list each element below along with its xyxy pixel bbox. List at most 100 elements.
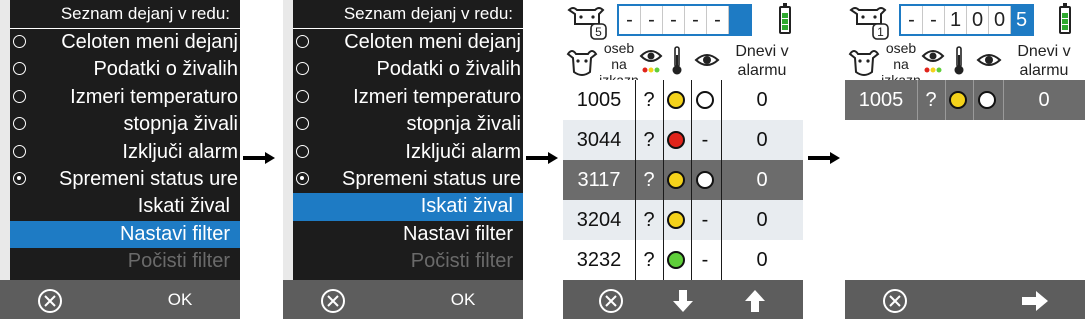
- ok-button[interactable]: OK: [413, 280, 513, 319]
- arrow-up-icon: [745, 289, 765, 312]
- menu-item[interactable]: Celoten meni dejanj: [293, 29, 523, 56]
- digit-cell[interactable]: 0: [989, 6, 1011, 34]
- radio-button[interactable]: [296, 89, 309, 103]
- column-divider: [945, 80, 946, 120]
- menu-item[interactable]: Izključi alarm: [10, 139, 240, 166]
- battery-icon: [1059, 3, 1071, 34]
- thermometer-icon: [672, 46, 682, 75]
- menu-item[interactable]: Nastavi filter: [293, 221, 523, 248]
- observation-empty: -: [701, 209, 709, 231]
- digit-cell[interactable]: -: [685, 6, 707, 34]
- days-in-alarm-value: 0: [756, 129, 768, 151]
- animal-id: 1005: [858, 89, 904, 111]
- animal-id: 3232: [576, 249, 622, 271]
- column-divider: [635, 80, 636, 280]
- menu-item[interactable]: Iskati žival: [293, 193, 523, 221]
- cancel-button[interactable]: [0, 280, 100, 319]
- eye-status-icon: [921, 50, 945, 73]
- digit-cell[interactable]: -: [923, 6, 945, 34]
- radio-button[interactable]: [296, 62, 309, 76]
- menu-item-label: Izključi alarm: [405, 140, 521, 163]
- digit-cell[interactable]: 1: [945, 6, 967, 34]
- digit-cell[interactable]: -: [707, 6, 729, 34]
- menu-item[interactable]: Izključi alarm: [293, 139, 523, 166]
- search-header: 5 -----: [563, 0, 803, 44]
- action-menu: Seznam dejanj v redu: Celoten meni dejan…: [293, 0, 523, 280]
- menu-item-label: stopnja živali: [406, 113, 521, 136]
- days-in-alarm-value: 0: [756, 209, 768, 231]
- observation-ring: [696, 91, 714, 109]
- radio-button[interactable]: [296, 144, 309, 158]
- menu-item-label: Podatki o živalih: [93, 58, 238, 81]
- persons-value: ?: [643, 249, 655, 271]
- cancel-circle-icon: [599, 288, 623, 313]
- eye-icon: [976, 54, 1002, 66]
- cancel-button[interactable]: [563, 280, 659, 319]
- menu-item-label: Spremeni status ure: [342, 167, 521, 190]
- table-row[interactable]: 3204? - 0: [563, 200, 803, 240]
- id-search-input[interactable]: --1005: [899, 4, 1034, 36]
- menu-item[interactable]: Nastavi filter: [10, 220, 240, 249]
- screen-3-search-list: 5 ----- oseb na izkazn Dnevi v alarmu 10…: [563, 0, 803, 319]
- table-row[interactable]: 3232? - 0: [563, 240, 803, 280]
- menu-item[interactable]: Celoten meni dejanj: [10, 29, 240, 56]
- persons-value: ?: [643, 209, 655, 231]
- scroll-down-button[interactable]: [659, 280, 707, 319]
- ok-button[interactable]: OK: [130, 280, 230, 319]
- animal-id: 3044: [576, 129, 622, 151]
- menu-item[interactable]: Izmeri temperaturo: [10, 84, 240, 111]
- animal-id: 1005: [576, 89, 622, 111]
- radio-button[interactable]: [13, 144, 26, 158]
- menu-item-label: Počisti filter: [127, 250, 230, 273]
- days-in-alarm-value: 0: [1038, 89, 1050, 111]
- menu-item[interactable]: Iskati žival: [10, 193, 240, 220]
- radio-button[interactable]: [296, 117, 309, 131]
- menu-item-label: Izmeri temperaturo: [353, 85, 521, 108]
- table-row[interactable]: 3117? 0: [563, 160, 803, 200]
- next-button[interactable]: [1005, 280, 1065, 319]
- digit-cell[interactable]: -: [901, 6, 923, 34]
- radio-button[interactable]: [13, 62, 26, 76]
- digit-cell[interactable]: -: [641, 6, 663, 34]
- digit-cell[interactable]: [729, 6, 750, 34]
- menu-item[interactable]: stopnja živali: [10, 111, 240, 138]
- menu-item[interactable]: Spremeni status ure: [293, 166, 523, 193]
- match-count: 5: [595, 25, 602, 39]
- cancel-button[interactable]: [845, 280, 945, 319]
- cancel-circle-icon: [321, 288, 345, 313]
- menu-item[interactable]: Spremeni status ure: [10, 166, 240, 193]
- menu-item[interactable]: Izmeri temperaturo: [293, 84, 523, 111]
- digit-cell[interactable]: 5: [1011, 6, 1032, 34]
- menu-item-label: Spremeni status ure: [59, 167, 238, 190]
- menu-item[interactable]: stopnja živali: [293, 111, 523, 138]
- radio-button[interactable]: [13, 89, 26, 103]
- observation-empty: -: [701, 249, 709, 271]
- digit-cell[interactable]: 0: [967, 6, 989, 34]
- menu-list: Celoten meni dejanj Podatki o živalih Izme…: [293, 29, 523, 276]
- radio-button[interactable]: [296, 35, 309, 48]
- table-row[interactable]: 3044? - 0: [563, 120, 803, 160]
- cancel-button[interactable]: [283, 280, 383, 319]
- button-bar: [563, 280, 803, 319]
- menu-list: Celoten meni dejanj Podatki o živalih Izme…: [10, 29, 240, 276]
- persons-value: ?: [643, 129, 655, 151]
- status-dot: [949, 91, 967, 109]
- table-row[interactable]: 1005? 0: [845, 80, 1085, 120]
- radio-button[interactable]: [296, 171, 309, 185]
- menu-item-label: Počisti filter: [410, 250, 513, 273]
- column-divider: [721, 80, 722, 280]
- radio-button[interactable]: [13, 35, 26, 48]
- menu-item[interactable]: Podatki o živalih: [10, 56, 240, 83]
- id-search-input[interactable]: -----: [617, 4, 752, 36]
- radio-button[interactable]: [13, 171, 26, 185]
- radio-button[interactable]: [13, 117, 26, 131]
- days-in-alarm-value: 0: [756, 249, 768, 271]
- cancel-circle-icon: [883, 288, 907, 313]
- scroll-up-button[interactable]: [731, 280, 779, 319]
- days-in-alarm-value: 0: [756, 169, 768, 191]
- table-row[interactable]: 1005? 0: [563, 80, 803, 120]
- menu-item[interactable]: Podatki o živalih: [293, 56, 523, 83]
- digit-cell[interactable]: -: [663, 6, 685, 34]
- digit-cell[interactable]: -: [619, 6, 641, 34]
- button-bar: OK: [0, 280, 240, 319]
